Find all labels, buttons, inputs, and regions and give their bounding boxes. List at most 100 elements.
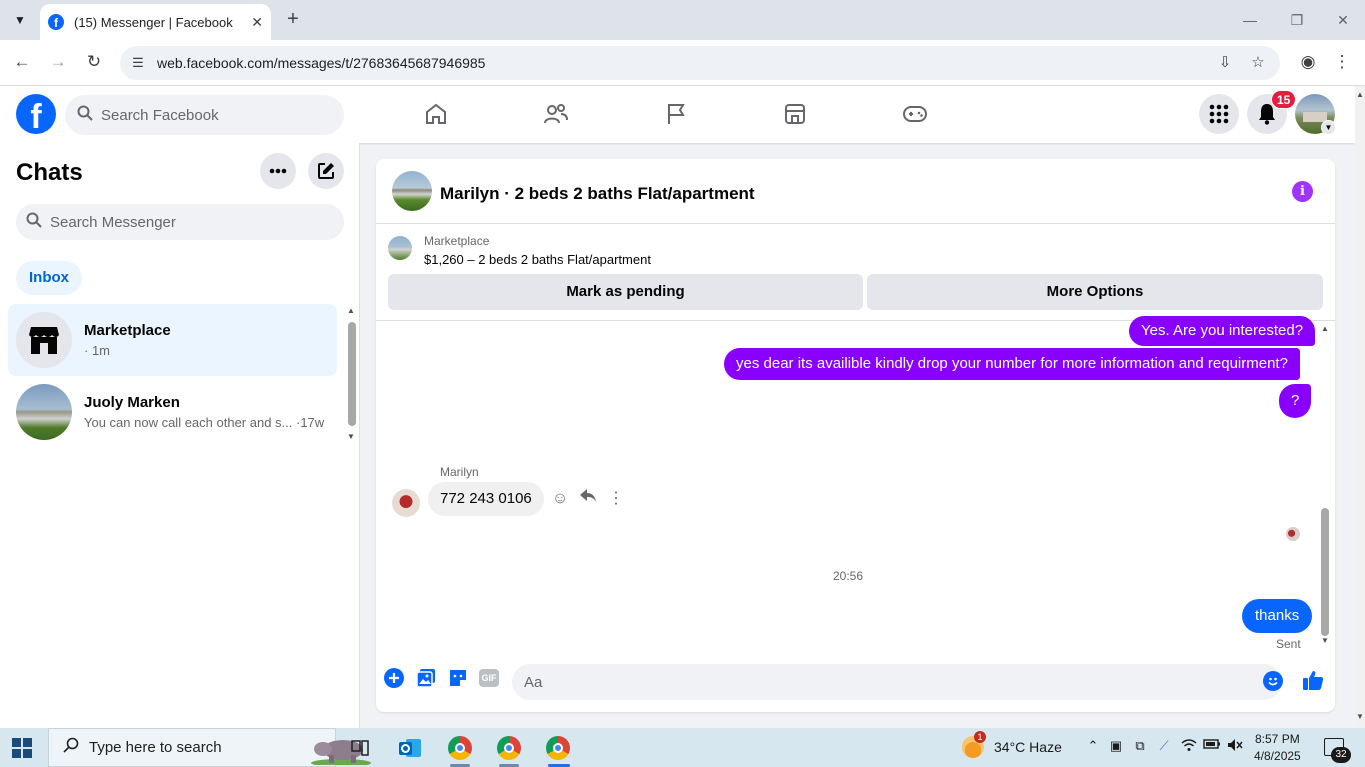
menu-icon[interactable]: ⋮ [1330,50,1354,74]
conversation-item-juoly-marken[interactable]: Juoly Marken You can now call each other… [8,376,337,448]
messenger-search-input[interactable] [50,213,320,231]
message-timestamp: 20:56 [832,569,864,583]
more-options-icon[interactable] [260,153,296,189]
weather-icon: 1 [962,731,986,758]
browser-toolbar: ← → ↻ ☰ web.facebook.com/messages/t/2768… [0,40,1365,86]
facebook-search[interactable] [65,95,344,135]
sticker-icon[interactable] [447,667,469,689]
home-icon[interactable] [414,92,458,136]
message-bubble[interactable]: Yes. Are you interested? [1129,316,1316,346]
browser-tab-strip: ▼ f (15) Messenger | Facebook ✕ + — ❐ ✕ [0,0,1365,40]
gaming-icon[interactable] [893,92,937,136]
conversation-name: Marketplace [84,322,171,339]
clock-time: 8:57 PM [1255,732,1300,746]
react-emoji-icon[interactable]: ☺ [549,488,571,510]
info-icon[interactable]: i [1292,181,1313,202]
meet-now-icon[interactable]: ▣ [1107,738,1125,754]
message-bubble[interactable]: 772 243 0106 [428,482,544,516]
conversation-title[interactable]: Marilyn · 2 beds 2 baths Flat/apartment [440,184,755,204]
message-bubble[interactable]: yes dear its availible kindly drop your … [724,348,1300,380]
more-actions-icon[interactable]: ⋮ [605,488,627,510]
messenger-search[interactable] [16,204,344,240]
facebook-header: f 15 ▼ [0,86,1355,143]
message-thread: Yes. Are you interested? yes dear its av… [376,316,1335,651]
listing-title[interactable]: $1,260 – 2 beds 2 baths Flat/apartment [424,252,651,267]
mark-as-pending-button[interactable]: Mark as pending [388,274,863,310]
restore-icon[interactable]: ❐ [1285,8,1309,32]
pen-icon[interactable]: ⟋ [1155,738,1173,754]
minimize-icon[interactable]: — [1238,8,1262,32]
listing-thumbnail[interactable] [388,236,412,260]
install-app-icon[interactable]: ⇩ [1215,53,1235,73]
marketplace-store-icon [16,312,72,368]
sender-name: Marilyn [440,465,479,479]
emoji-icon[interactable] [1263,671,1283,691]
facebook-logo-icon[interactable]: f [16,94,56,134]
reply-icon[interactable] [577,488,599,510]
browser-tab[interactable]: f (15) Messenger | Facebook ✕ [40,4,271,40]
tab-search-icon[interactable]: ▼ [8,8,32,32]
sent-status: Sent [1276,637,1301,651]
clock-date: 4/8/2025 [1254,749,1301,763]
show-hidden-icons-icon[interactable]: ⌃ [1084,738,1102,754]
forward-icon[interactable]: → [46,50,70,74]
more-options-button[interactable]: More Options [867,274,1323,310]
like-thumbs-up-icon[interactable] [1301,668,1325,692]
address-bar[interactable]: ☰ web.facebook.com/messages/t/2768364568… [120,46,1280,80]
seen-avatar [1286,527,1300,541]
chrome-profile-3-icon[interactable] [545,735,571,761]
marketplace-icon[interactable] [773,92,817,136]
taskbar-search[interactable]: Type here to search [48,728,371,767]
close-window-icon[interactable]: ✕ [1331,8,1355,32]
taskbar-clock[interactable]: 8:57 PM 4/8/2025 [1254,731,1301,765]
weather-widget[interactable]: 1 34°C Haze [962,731,1062,758]
wifi-icon[interactable] [1180,738,1198,755]
chats-title: Chats [16,159,83,186]
facebook-search-input[interactable] [101,106,331,124]
pages-flag-icon[interactable] [654,92,698,136]
message-input[interactable] [524,673,1224,691]
task-view-icon[interactable] [347,735,373,761]
search-icon [77,105,93,125]
bookmark-star-icon[interactable]: ☆ [1248,53,1268,73]
chevron-down-icon[interactable]: ▼ [1321,120,1336,135]
listing-avatar[interactable] [392,171,432,211]
taskbar-search-text: Type here to search [89,739,222,756]
chrome-profile-1-icon[interactable] [447,735,473,761]
inbox-filter[interactable]: Inbox [16,261,82,295]
conversation-item-marketplace[interactable]: Marketplace · 1m [8,304,337,376]
volume-muted-icon[interactable] [1226,738,1244,755]
chat-list-scrollbar[interactable]: ▲ ▼ [345,306,357,606]
friends-icon[interactable] [534,92,578,136]
gif-icon[interactable]: GIF [478,667,500,689]
battery-icon[interactable] [1203,738,1221,753]
close-tab-icon[interactable]: ✕ [251,14,263,31]
photo-icon[interactable] [415,667,437,689]
new-tab-icon[interactable]: + [282,8,304,30]
chats-sidebar: Chats Inbox Marketplace · 1m Juoly Marke… [0,143,360,728]
search-icon [26,212,42,232]
site-info-icon[interactable]: ☰ [129,54,147,72]
chrome-profile-2-icon[interactable] [496,735,522,761]
message-bubble[interactable]: ? [1279,384,1312,418]
message-input-box[interactable] [512,664,1282,700]
menu-grid-icon[interactable] [1199,94,1239,134]
message-bubble[interactable]: thanks [1242,599,1313,633]
profile-icon[interactable]: ◉ [1296,50,1320,74]
thread-scrollbar[interactable]: ▲ ▼ [1318,322,1332,650]
reload-icon[interactable]: ↻ [82,50,106,74]
sender-avatar[interactable] [392,489,420,517]
add-icon[interactable] [383,667,405,689]
back-icon[interactable]: ← [10,50,34,74]
url-text: web.facebook.com/messages/t/276836456879… [157,55,486,71]
windows-start-icon[interactable] [12,738,32,758]
notification-badge: 15 [1271,90,1297,109]
contact-avatar [16,384,72,440]
new-message-icon[interactable] [308,153,344,189]
outlook-icon[interactable] [397,735,423,761]
conversation-meta: · 1m [84,343,110,358]
page-scrollbar[interactable]: ▲ ▼ [1355,86,1365,728]
windows-taskbar: Type here to search 1 34°C Haze ⌃ ▣ ⧉ ⟋ [0,728,1365,767]
camera-icon[interactable]: ⧉ [1131,738,1149,754]
facebook-favicon-icon: f [48,14,64,30]
